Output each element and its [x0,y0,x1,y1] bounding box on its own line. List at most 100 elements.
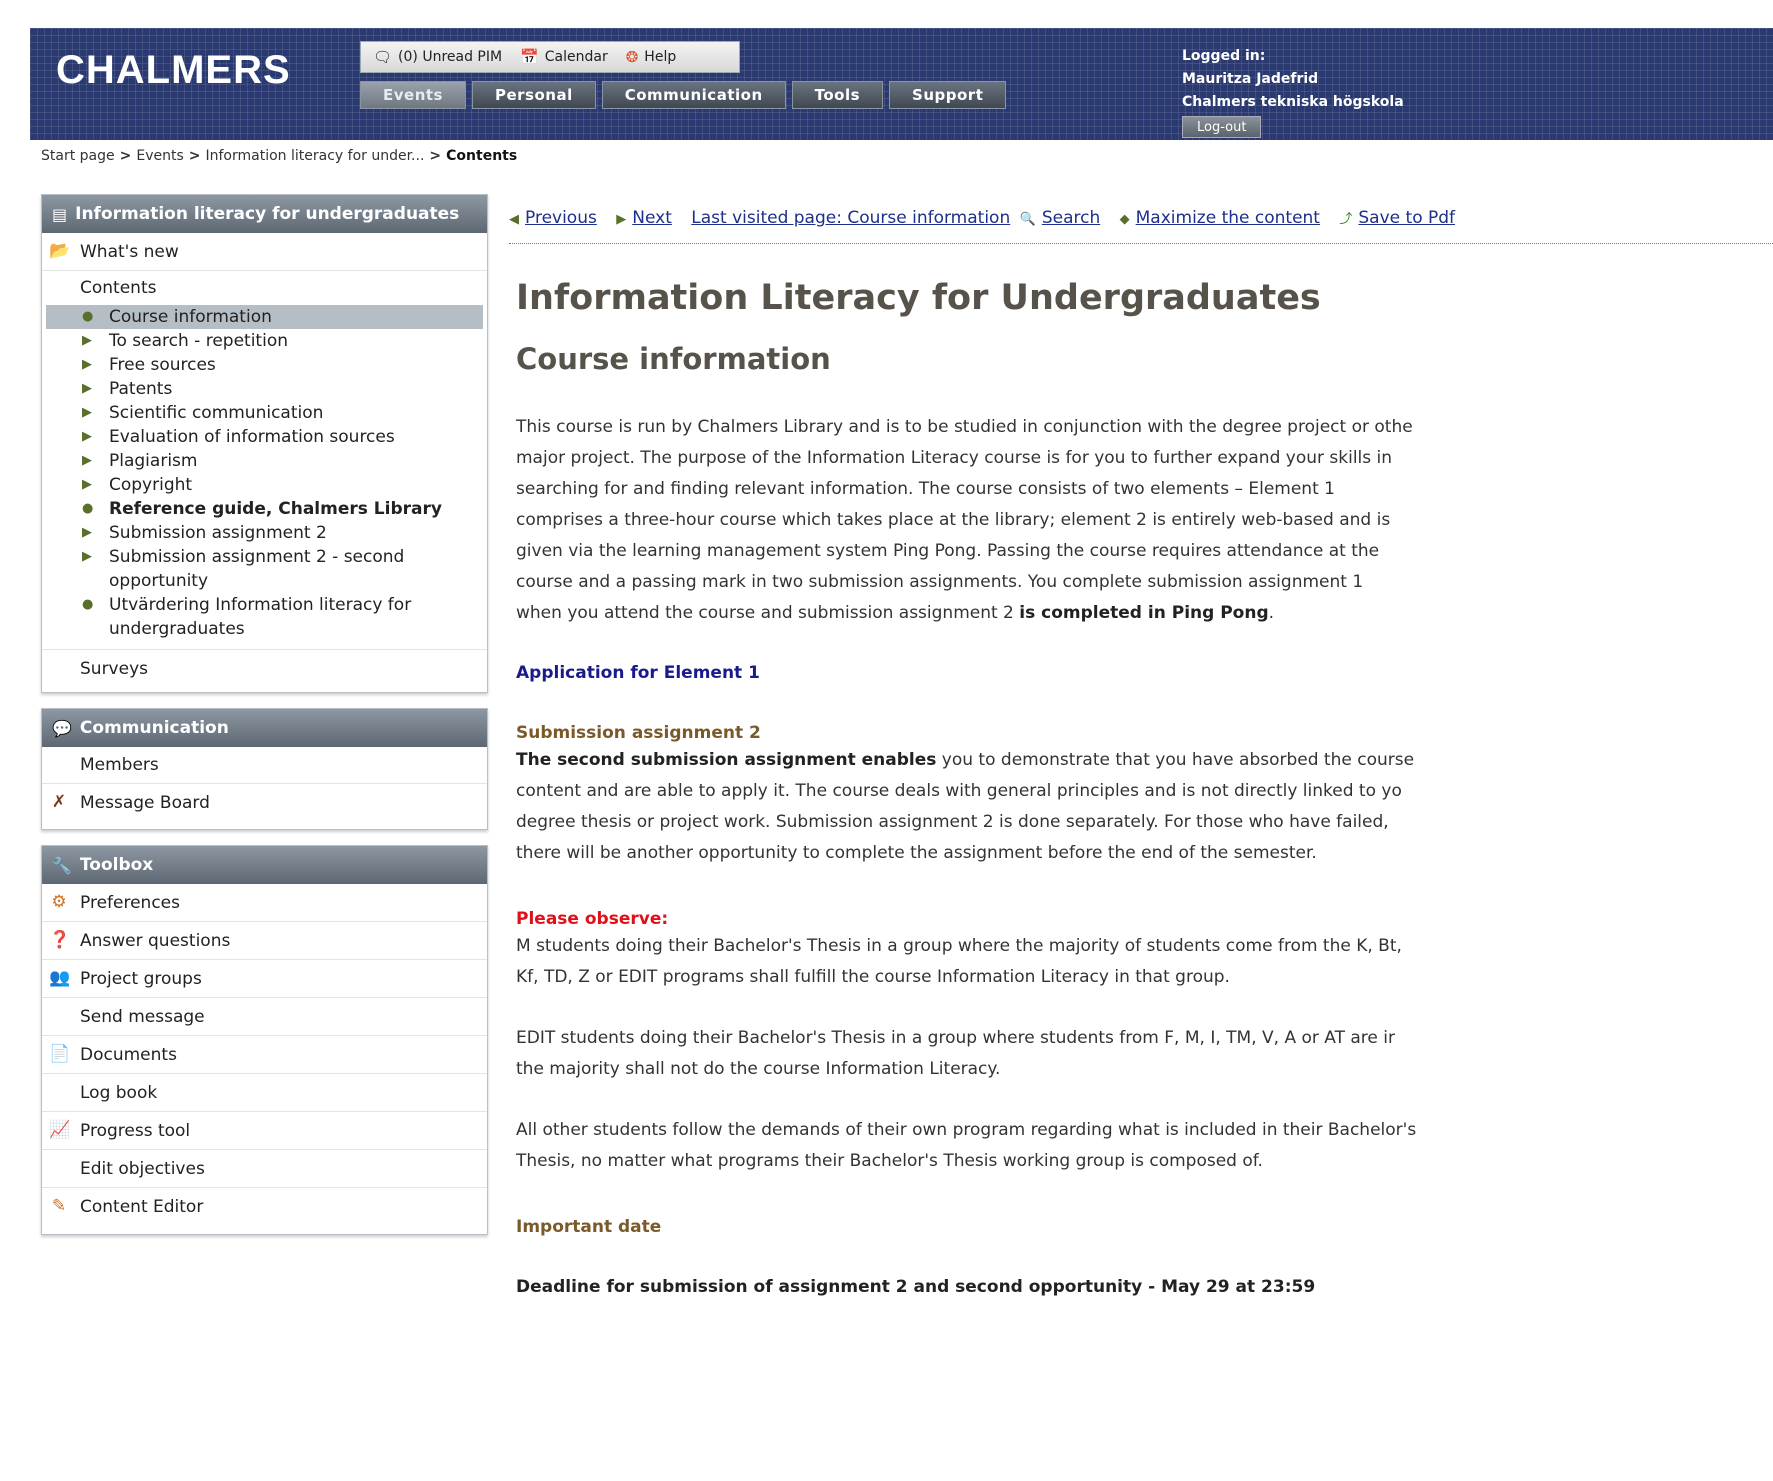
toolbox-progress-tool[interactable]: 📈 Progress tool [42,1112,487,1150]
toolbox-panel-header: 🔧 Toolbox [42,846,487,884]
submission-line: there will be another opportunity to com… [516,843,1317,863]
observe-paragraph-1: M students doing their Bachelor's Thesis… [516,931,1773,993]
intro-last-c: . [1268,603,1275,623]
tab-personal[interactable]: Personal [471,81,596,109]
speech-bubble-icon: 💬 [52,718,72,738]
contents-item-scientific-communication[interactable]: ▶ Scientific communication [42,401,487,425]
previous-link[interactable]: ◀ Previous [509,208,597,228]
sidebar-item-message-board[interactable]: ✗ Message Board [42,784,487,821]
toolbox-edit-objectives[interactable]: Edit objectives [42,1150,487,1188]
observe-line: the majority shall not do the course Inf… [516,1059,1001,1079]
chart-icon: 📈 [49,1120,71,1140]
communication-panel-title[interactable]: Communication [80,718,229,738]
intro-line: given via the learning management system… [516,541,1380,561]
toolbox-project-groups[interactable]: 👥 Project groups [42,960,487,998]
dot-bullet-icon: ● [82,501,94,516]
sidebar-item-members[interactable]: Members [42,747,487,784]
toolbox-log-book[interactable]: Log book [42,1074,487,1112]
intro-line: course and a passing mark in two submiss… [516,572,1364,592]
submission-paragraph: The second submission assignment enables… [516,745,1773,869]
toolbox-answer-questions[interactable]: ❓ Answer questions [42,922,487,960]
contents-item-label: Submission assignment 2 [109,523,327,543]
breadcrumb-start-page[interactable]: Start page [41,148,115,164]
contents-item-free-sources[interactable]: ▶ Free sources [42,353,487,377]
breadcrumb-events[interactable]: Events [136,148,183,164]
breadcrumb-course[interactable]: Information literacy for under... [206,148,425,164]
calendar-link[interactable]: 📅 Calendar [520,48,608,66]
folder-star-icon: 📂 [49,241,71,261]
triangle-bullet-icon: ▶ [82,549,92,564]
intro-last-b: is completed in Ping Pong [1019,603,1269,623]
unread-pim-link[interactable]: 🗨 (0) Unread PIM [373,48,502,66]
documents-icon: 📄 [49,1044,71,1064]
observe-line: Kf, TD, Z or EDIT programs shall fulfill… [516,967,1230,987]
breadcrumb-separator: > [119,148,132,164]
deadline-text: Deadline for submission of assignment 2 … [516,1277,1316,1297]
surveys-label: Surveys [80,659,148,679]
preferences-label: Preferences [80,892,180,913]
maximize-link[interactable]: ◆ Maximize the content [1120,208,1320,228]
intro-last-a: when you attend the course and submissio… [516,603,1020,623]
calendar-icon: 📅 [520,48,539,66]
logged-in-label: Logged in: [1182,48,1266,64]
contents-label: Contents [80,278,157,298]
tab-events[interactable]: Events [360,81,466,109]
observe-line: M students doing their Bachelor's Thesis… [516,936,1402,956]
contents-item-label: Reference guide, Chalmers Library [109,499,442,519]
contents-item-submission-2-second[interactable]: ▶ Submission assignment 2 - second opport… [42,545,487,593]
toolbox-panel-title[interactable]: Toolbox [80,855,153,875]
dot-bullet-icon: ● [82,597,94,612]
contents-item-course-information[interactable]: ● Course information [46,305,483,329]
toolbox-documents[interactable]: 📄 Documents [42,1036,487,1074]
contents-item-label: Patents [109,379,173,399]
triangle-bullet-icon: ▶ [82,525,92,540]
course-book-icon: ▤ [52,204,68,224]
breadcrumb-separator: > [188,148,201,164]
logout-button[interactable]: Log-out [1182,116,1262,138]
contents-item-submission-2[interactable]: ▶ Submission assignment 2 [42,521,487,545]
contents-item-utvardering[interactable]: ● Utvärdering Information literacy for un… [42,593,487,641]
content-editor-label: Content Editor [80,1197,204,1217]
page-title: Information Literacy for Undergraduates [516,278,1321,318]
breadcrumb-separator: > [429,148,442,164]
sidebar-item-contents[interactable]: Contents [42,271,487,305]
communication-panel: 💬 Communication Members ✗ Message Board [41,708,488,830]
search-link[interactable]: 🔍 Search [1020,208,1101,228]
toolbox-preferences[interactable]: ⚙ Preferences [42,884,487,922]
submission-line: content and are able to apply it. The co… [516,781,1402,801]
contents-item-copyright[interactable]: ▶ Copyright [42,473,487,497]
content-toolbar: ◀ Previous ▶ Next Last visited page: Cours… [509,208,1773,244]
tab-tools[interactable]: Tools [791,81,884,109]
sidebar-item-whats-new[interactable]: 📂 What's new [42,233,487,271]
contents-item-reference-guide[interactable]: ● Reference guide, Chalmers Library [42,497,487,521]
last-visited-link[interactable]: Last visited page: Course information [691,208,1010,228]
save-pdf-icon: ⤴ [1339,212,1353,227]
contents-item-plagiarism[interactable]: ▶ Plagiarism [42,449,487,473]
next-link[interactable]: ▶ Next [616,208,672,228]
main-content: Information Literacy for Undergraduates … [516,270,1773,1297]
wrench-icon: 🔧 [52,855,72,875]
toolbox-content-editor[interactable]: ✎ Content Editor [42,1188,487,1226]
contents-item-to-search[interactable]: ▶ To search - repetition [42,329,487,353]
preferences-icon: ⚙ [51,892,67,912]
course-panel-title[interactable]: Information literacy for undergraduates [75,204,459,224]
contents-item-label: Submission assignment 2 - second opportu… [109,547,405,591]
contents-item-patents[interactable]: ▶ Patents [42,377,487,401]
chalmers-logo[interactable]: CHALMERS [56,48,291,93]
intro-line: This course is run by Chalmers Library a… [516,417,1413,437]
sidebar-item-surveys[interactable]: Surveys [42,650,487,688]
submission-bold: The second submission assignment enables [516,750,937,770]
contents-item-evaluation[interactable]: ▶ Evaluation of information sources [42,425,487,449]
save-pdf-label: Save to Pdf [1358,208,1456,228]
progress-tool-label: Progress tool [80,1120,191,1141]
help-link[interactable]: ❂ Help [626,48,677,66]
application-heading[interactable]: Application for Element 1 [516,663,1773,683]
submission-line: The second submission assignment enables… [516,745,1773,776]
top-tools-bar: 🗨 (0) Unread PIM 📅 Calendar ❂ Help [360,41,740,73]
toolbox-send-message[interactable]: Send message [42,998,487,1036]
tab-communication[interactable]: Communication [601,81,786,109]
save-pdf-link[interactable]: ⤴ Save to Pdf [1339,208,1455,228]
tab-support[interactable]: Support [889,81,1007,109]
chat-bubble-icon: 🗨 [373,48,393,66]
contents-item-label: Copyright [109,475,193,495]
